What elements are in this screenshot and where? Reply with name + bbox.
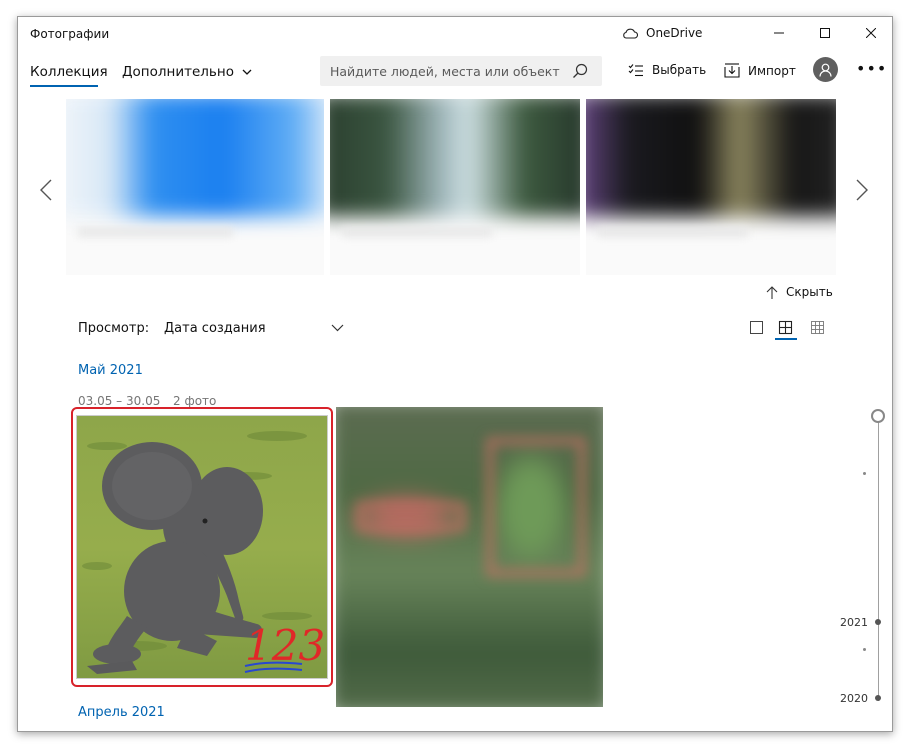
memory-card-caption: [78, 227, 233, 237]
search-box[interactable]: [320, 56, 602, 86]
minimize-button[interactable]: [756, 17, 802, 49]
timeline-year-label[interactable]: 2020: [840, 692, 868, 705]
select-button[interactable]: Выбрать: [628, 63, 706, 77]
command-bar: Коллекция Дополнительно Выбрать: [18, 51, 892, 93]
small-tiles-icon[interactable]: [810, 319, 826, 335]
chevron-down-icon: [242, 69, 252, 75]
tab-more-label: Дополнительно: [122, 64, 234, 80]
maximize-icon: [820, 28, 830, 38]
medium-tiles-icon[interactable]: [778, 319, 794, 335]
photo-count: 2 фото: [173, 394, 217, 408]
month-header[interactable]: Май 2021: [78, 363, 143, 378]
memory-card-caption: [342, 227, 492, 237]
search-input[interactable]: [330, 62, 560, 80]
maximize-button[interactable]: [802, 17, 848, 49]
sort-value: Дата создания: [164, 320, 266, 336]
timeline-handle[interactable]: [871, 409, 885, 423]
onedrive-button[interactable]: OneDrive: [622, 26, 702, 40]
more-options-icon[interactable]: •••: [856, 59, 887, 78]
timeline-marker: [863, 472, 866, 475]
blurred-highlight: [486, 437, 586, 577]
carousel-next-button[interactable]: [856, 179, 868, 205]
chevron-down-icon: [331, 324, 344, 332]
memory-card-image: [330, 99, 580, 217]
arrow-up-icon: [766, 285, 778, 299]
carousel-prev-button[interactable]: [40, 179, 52, 205]
sort-dropdown[interactable]: Дата создания: [164, 315, 344, 341]
checklist-icon: [628, 64, 643, 77]
cloud-icon: [623, 28, 638, 39]
active-tab-indicator: [30, 85, 98, 87]
person-icon: [819, 63, 832, 77]
memory-card[interactable]: [330, 99, 580, 275]
timeline-year-label[interactable]: 2021: [840, 616, 868, 629]
month-header[interactable]: Апрель 2021: [78, 705, 165, 720]
tab-collection[interactable]: Коллекция: [30, 64, 108, 80]
photos-app-window: Фотографии OneDrive Коллекция Дополнител…: [17, 16, 893, 732]
memory-card-image: [586, 99, 836, 217]
timeline-marker: [875, 619, 881, 625]
memory-card[interactable]: [586, 99, 836, 275]
photo-thumbnail[interactable]: 123: [76, 415, 328, 679]
active-view-indicator: [775, 338, 797, 340]
large-tiles-icon[interactable]: [749, 319, 765, 335]
select-label: Выбрать: [652, 63, 707, 77]
search-icon[interactable]: [572, 63, 588, 79]
import-icon: [724, 63, 740, 78]
date-range: 03.05 – 30.05: [78, 394, 161, 408]
chevron-left-icon: [40, 179, 52, 201]
chevron-right-icon: [856, 179, 868, 201]
memory-card-caption: [598, 227, 748, 237]
close-button[interactable]: [848, 17, 892, 49]
onedrive-label: OneDrive: [646, 26, 703, 40]
avatar[interactable]: [813, 57, 838, 82]
photo-thumbnail[interactable]: [336, 407, 603, 707]
import-label: Импорт: [748, 63, 796, 78]
elephant-photo: 123: [77, 416, 327, 678]
import-button[interactable]: Импорт: [724, 63, 796, 78]
timeline-track[interactable]: [878, 421, 879, 701]
view-label: Просмотр:: [78, 321, 150, 336]
memories-carousel: [66, 99, 836, 277]
title-bar: Фотографии OneDrive: [18, 17, 892, 51]
memory-card[interactable]: [66, 99, 324, 275]
hide-label: Скрыть: [786, 285, 833, 299]
close-icon: [866, 28, 876, 38]
blurred-highlight: [356, 502, 466, 532]
app-title: Фотографии: [30, 27, 110, 41]
tab-more[interactable]: Дополнительно: [122, 64, 252, 80]
hide-carousel-button[interactable]: Скрыть: [766, 285, 833, 299]
timeline-marker: [875, 695, 881, 701]
minimize-icon: [774, 32, 784, 34]
timeline-marker: [863, 648, 866, 651]
memory-card-image: [66, 99, 324, 217]
